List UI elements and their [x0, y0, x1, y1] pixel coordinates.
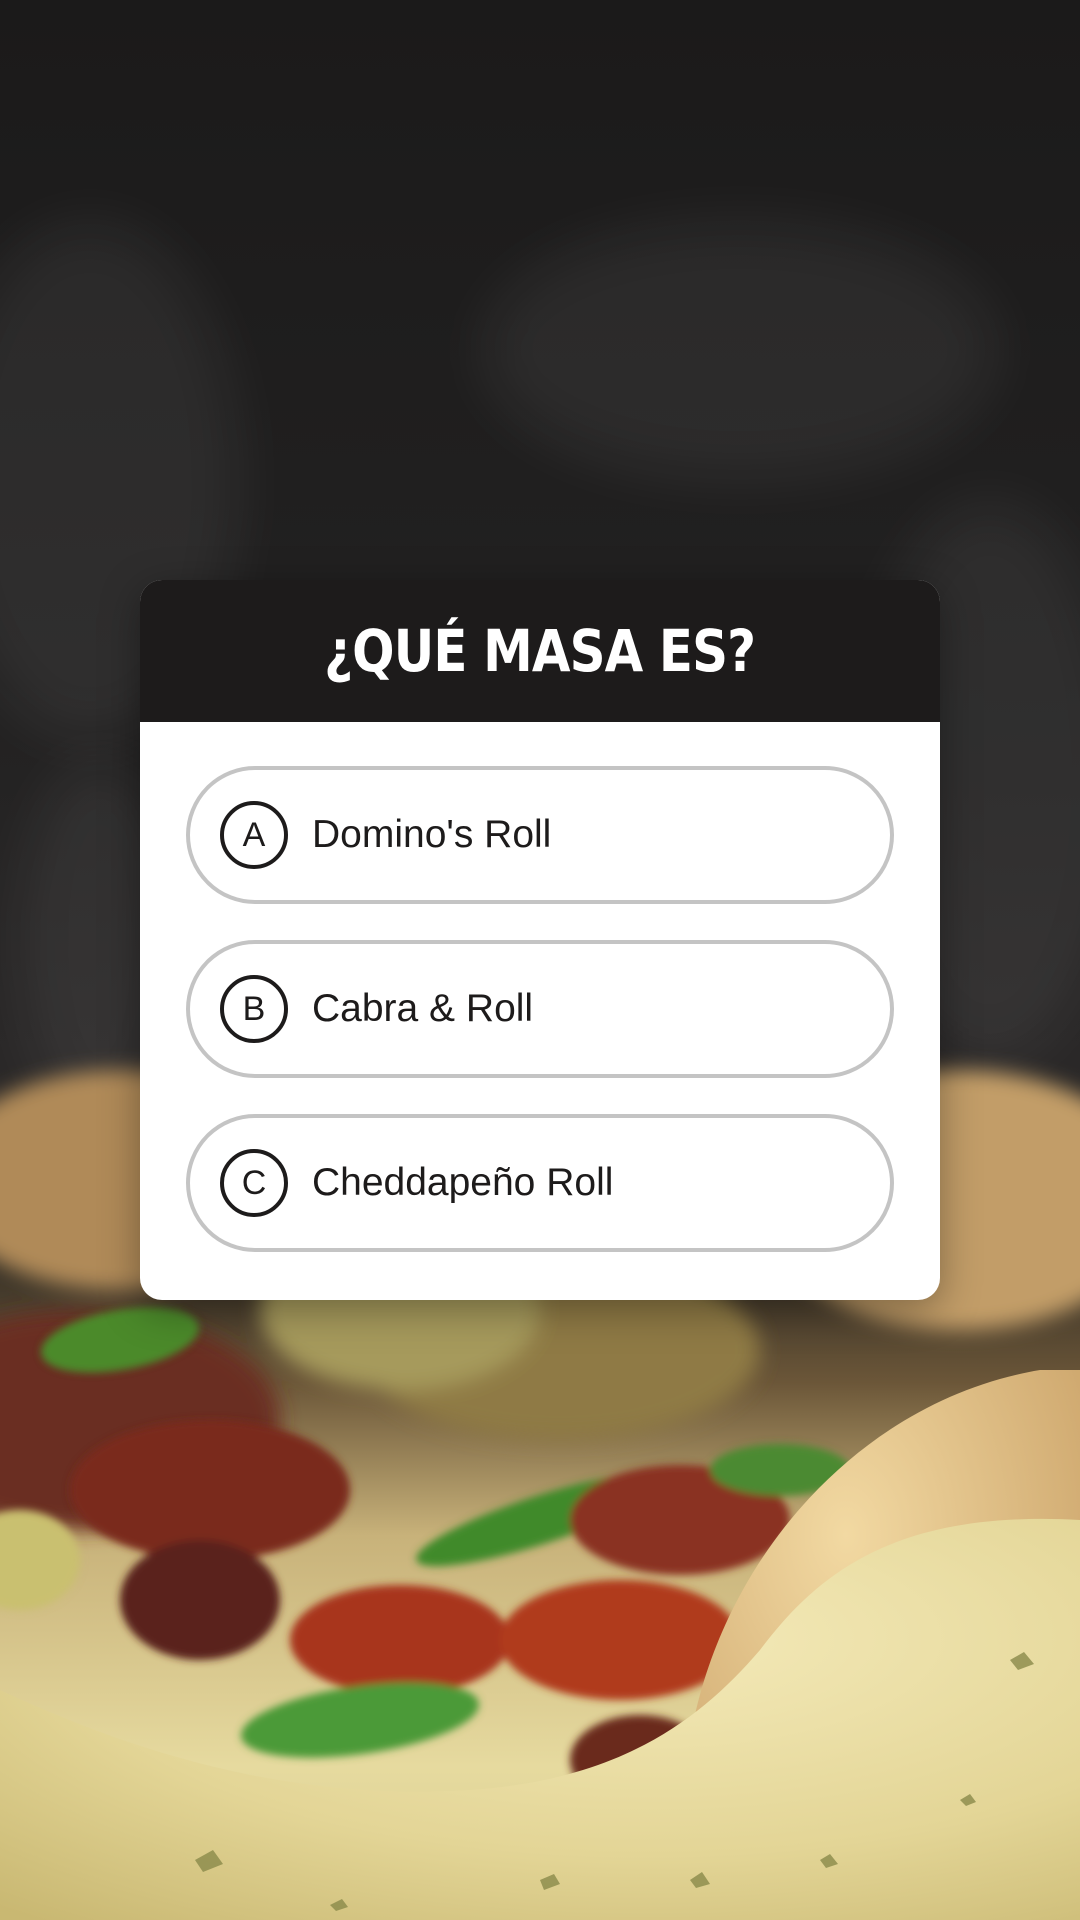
- quiz-options: A Domino's Roll B Cabra & Roll C Cheddap…: [140, 722, 940, 1252]
- quiz-option-a[interactable]: A Domino's Roll: [186, 766, 894, 904]
- quiz-header: ¿QUÉ MASA ES?: [140, 580, 940, 722]
- quiz-option-c[interactable]: C Cheddapeño Roll: [186, 1114, 894, 1252]
- quiz-card: ¿QUÉ MASA ES? A Domino's Roll B Cabra & …: [140, 580, 940, 1300]
- option-letter-badge: B: [220, 975, 288, 1043]
- option-label: Cabra & Roll: [312, 987, 534, 1030]
- quiz-option-b[interactable]: B Cabra & Roll: [186, 940, 894, 1078]
- option-label: Domino's Roll: [312, 813, 552, 856]
- option-label: Cheddapeño Roll: [312, 1161, 614, 1204]
- option-letter-badge: A: [220, 801, 288, 869]
- option-letter-badge: C: [220, 1149, 288, 1217]
- quiz-question: ¿QUÉ MASA ES?: [324, 617, 756, 685]
- story-screen: ¿QUÉ MASA ES? A Domino's Roll B Cabra & …: [0, 0, 1080, 1920]
